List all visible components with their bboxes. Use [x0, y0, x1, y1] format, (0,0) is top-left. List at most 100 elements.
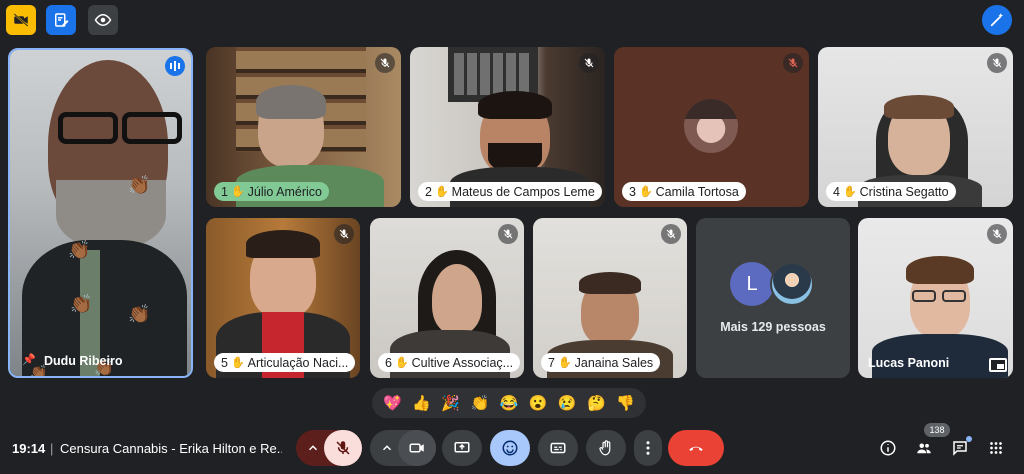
people-icon [917, 443, 931, 454]
participant-tile-cultive[interactable]: 6 ✋ Cultive Associaç... [370, 218, 524, 378]
participant-tile-julio[interactable]: 1 ✋ Júlio Américo [206, 47, 401, 207]
participant-name: Cristina Segatto [859, 184, 949, 199]
raised-hand-icon: ✋ [638, 186, 653, 198]
participant-tile-lucas[interactable]: Lucas Panoni [858, 218, 1013, 378]
chat-button[interactable] [950, 436, 972, 458]
effects-button[interactable] [982, 5, 1012, 35]
avatar [684, 99, 738, 153]
mic-toggle-button[interactable] [324, 430, 362, 466]
hand-icon [599, 440, 611, 456]
closed-captions-icon [550, 442, 566, 454]
participant-tile-dudu[interactable]: 👏🏾 👏🏾 👏🏾 👏🏾 👏🏾 👏🏾 📌 Dudu Ribeiro [8, 48, 193, 378]
participant-label: 6 ✋ Cultive Associaç... [378, 353, 521, 372]
speaking-indicator-icon [165, 56, 185, 76]
clap-reaction-icon: 👏🏾 [70, 294, 93, 314]
more-vertical-icon [646, 441, 650, 455]
more-people-label: Mais 129 pessoas [720, 320, 826, 334]
mic-muted-icon [498, 224, 518, 244]
reactions-button[interactable] [490, 430, 530, 466]
participant-label: 2 ✋ Mateus de Campos Leme [418, 182, 602, 201]
surprised-reaction-button[interactable]: 😮 [529, 394, 548, 412]
participant-name: Cultive Associaç... [411, 355, 514, 370]
magic-wand-icon [990, 13, 1003, 27]
mic-muted-icon [987, 53, 1007, 73]
participant-tile-cristina[interactable]: 4 ✋ Cristina Segatto [818, 47, 1013, 207]
thinking-reaction-button[interactable]: 🤔 [587, 394, 606, 412]
raise-hand-button[interactable] [586, 430, 626, 466]
participant-name: Júlio Américo [247, 184, 322, 199]
laugh-reaction-button[interactable]: 😂 [500, 394, 519, 412]
reactions-bar: 💖 👍 🎉 👏 😂 😮 😢 🤔 👎 [372, 388, 646, 418]
participant-name: Lucas Panoni [868, 356, 950, 370]
chevron-up-icon[interactable] [376, 430, 398, 466]
raised-hand-icon: ✋ [230, 357, 245, 369]
bottom-bar: 19:14 | Censura Cannabis - Erika Hilton … [0, 423, 1024, 466]
participant-label: 4 ✋ Cristina Segatto [826, 182, 956, 201]
participant-name: Mateus de Campos Leme [451, 184, 595, 199]
hand-order: 3 [629, 184, 636, 199]
no-recording-button[interactable] [6, 5, 36, 35]
participant-tile-janaina[interactable]: 7 ✋ Janaina Sales [533, 218, 687, 378]
raised-hand-icon: ✋ [842, 186, 857, 198]
mic-off-icon [336, 441, 350, 455]
participant-label: 5 ✋ Articulação Naci... [214, 353, 356, 372]
mic-muted-icon [579, 53, 599, 73]
participant-tile-mateus[interactable]: 2 ✋ Mateus de Campos Leme [410, 47, 605, 207]
thumbs-down-reaction-button[interactable]: 👎 [616, 394, 635, 412]
clock: 19:14 [12, 441, 46, 456]
hand-order: 5 [221, 355, 228, 370]
participant-label: 1 ✋ Júlio Américo [214, 182, 329, 201]
captions-button[interactable] [538, 430, 578, 466]
participant-count-badge: 138 [924, 423, 950, 437]
thumbs-up-reaction-button[interactable]: 👍 [412, 394, 431, 412]
avatar [770, 262, 814, 306]
video-camera-icon [409, 443, 424, 453]
avatar: L [730, 262, 774, 306]
more-options-button[interactable] [634, 430, 662, 466]
mic-control-group [296, 430, 362, 466]
sad-reaction-button[interactable]: 😢 [558, 394, 577, 412]
participant-tile-camila[interactable]: 3 ✋ Camila Tortosa [614, 47, 809, 207]
hand-order: 4 [833, 184, 840, 199]
hand-order: 1 [221, 184, 228, 199]
present-screen-button[interactable] [442, 430, 482, 466]
raised-hand-icon: ✋ [230, 186, 245, 198]
eye-icon [94, 13, 112, 27]
more-participants-tile[interactable]: L Mais 129 pessoas [696, 218, 850, 378]
people-button[interactable] [914, 438, 934, 458]
camera-control-group [370, 430, 436, 466]
participant-name: Articulação Naci... [247, 355, 349, 370]
participant-name: Camila Tortosa [655, 184, 739, 199]
separator: | [50, 441, 54, 456]
participant-name: Dudu Ribeiro [44, 354, 123, 368]
emoji-smile-icon [502, 440, 518, 456]
raised-hand-icon: ✋ [557, 357, 572, 369]
notes-button[interactable] [46, 5, 76, 35]
clap-reaction-icon: 👏🏾 [128, 304, 151, 324]
mic-muted-icon [987, 224, 1007, 244]
pin-icon: 📌 [22, 354, 36, 366]
end-call-icon [689, 446, 703, 451]
sparkling-heart-reaction-button[interactable]: 💖 [383, 394, 402, 412]
picture-in-picture-icon[interactable] [989, 358, 1007, 372]
meeting-details-button[interactable] [878, 438, 898, 458]
mic-muted-icon [661, 224, 681, 244]
activities-button[interactable] [986, 438, 1006, 458]
chevron-up-icon[interactable] [302, 430, 324, 466]
meeting-title: Censura Cannabis - Erika Hilton e Re... [60, 441, 282, 456]
party-reaction-button[interactable]: 🎉 [441, 394, 460, 412]
clap-reaction-button[interactable]: 👏 [471, 394, 490, 412]
mic-muted-icon [334, 224, 354, 244]
raised-hand-icon: ✋ [434, 186, 449, 198]
mic-muted-icon [375, 53, 395, 73]
clap-reaction-icon: 👏🏾 [128, 175, 151, 195]
mic-muted-icon [783, 53, 803, 73]
participant-label: 3 ✋ Camila Tortosa [622, 182, 746, 201]
participant-tile-articulacao[interactable]: 5 ✋ Articulação Naci... [206, 218, 360, 378]
leave-call-button[interactable] [668, 430, 724, 466]
participant-label: 7 ✋ Janaina Sales [541, 353, 661, 372]
chat-icon [953, 441, 967, 456]
visibility-button[interactable] [88, 5, 118, 35]
camera-off-icon [13, 13, 29, 27]
camera-toggle-button[interactable] [398, 430, 436, 466]
